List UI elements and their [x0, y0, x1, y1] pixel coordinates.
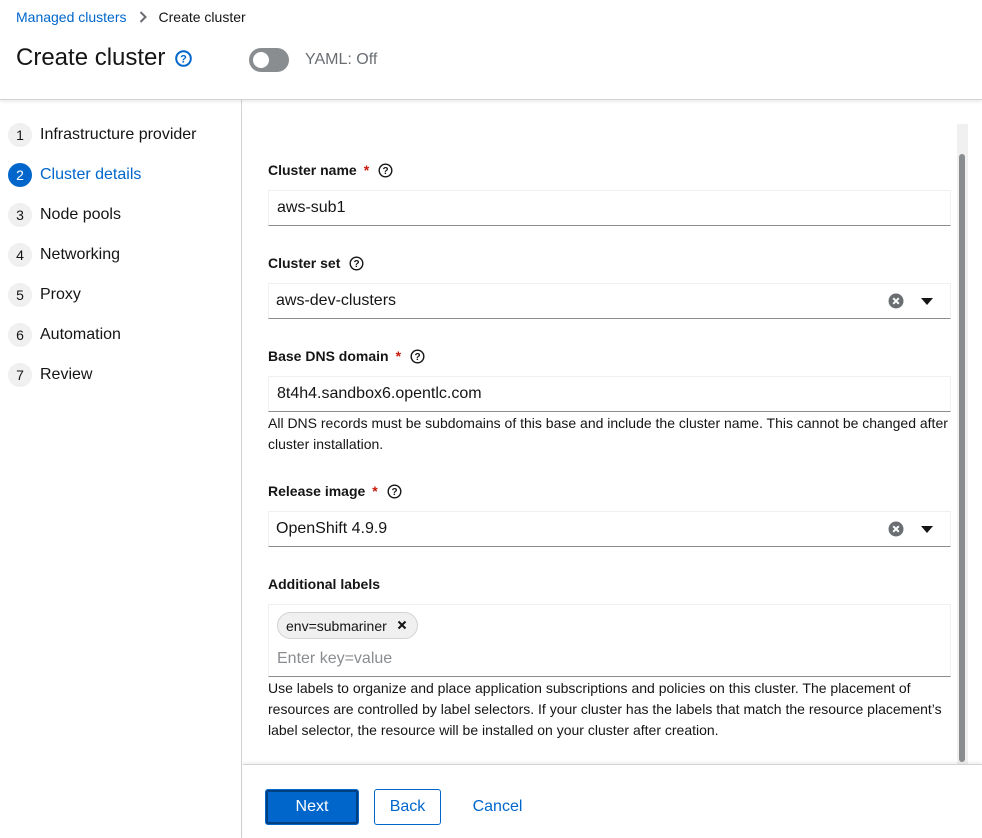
yaml-toggle-label: YAML: Off	[305, 51, 378, 68]
clear-icon[interactable]	[888, 293, 904, 309]
nav-step-number: 2	[8, 163, 32, 187]
nav-step-label: Review	[40, 366, 93, 383]
help-icon[interactable]: ?	[410, 348, 425, 364]
svg-text:?: ?	[391, 487, 397, 498]
nav-step-number: 1	[8, 123, 32, 147]
base-dns-label: Base DNS domain * ?	[268, 348, 425, 364]
nav-step-label: Proxy	[40, 286, 81, 303]
nav-step-label: Automation	[40, 326, 121, 343]
nav-item-automation[interactable]: 6 Automation	[8, 323, 121, 347]
help-icon[interactable]: ?	[387, 483, 402, 499]
svg-text:?: ?	[383, 166, 389, 177]
cancel-button[interactable]: Cancel	[458, 789, 537, 825]
chevron-right-icon	[139, 11, 147, 23]
help-icon[interactable]: ?	[349, 255, 364, 271]
caret-down-icon[interactable]	[921, 298, 933, 306]
cluster-set-value: aws-dev-clusters	[276, 292, 397, 309]
label-chip: env=submariner	[277, 612, 418, 639]
breadcrumb-current: Create cluster	[158, 9, 246, 25]
nav-step-label: Node pools	[40, 206, 121, 223]
release-image-value: OpenShift 4.9.9	[276, 520, 388, 537]
nav-item-networking[interactable]: 4 Networking	[8, 243, 120, 267]
page-title: Create cluster	[16, 44, 166, 71]
close-icon[interactable]	[397, 620, 407, 630]
page-header: Managed clusters Create cluster Create c…	[0, 0, 982, 100]
cluster-set-label: Cluster set ?	[268, 255, 364, 271]
cluster-name-label: Cluster name * ?	[268, 162, 393, 178]
additional-labels-label-text: Additional labels	[268, 576, 381, 592]
additional-labels-input[interactable]: env=submariner Enter key=value	[268, 604, 951, 677]
release-image-select[interactable]: OpenShift 4.9.9	[268, 511, 951, 547]
cluster-name-input[interactable]: aws-sub1	[268, 190, 951, 226]
svg-text:?: ?	[181, 53, 188, 65]
base-dns-label-text: Base DNS domain	[268, 348, 389, 364]
nav-step-number: 6	[8, 323, 32, 347]
help-icon[interactable]: ?	[378, 162, 393, 178]
nav-item-infrastructure-provider[interactable]: 1 Infrastructure provider	[8, 123, 197, 147]
nav-step-number: 4	[8, 243, 32, 267]
breadcrumb: Managed clusters Create cluster	[16, 9, 246, 25]
wizard-nav: 1 Infrastructure provider 2 Cluster deta…	[0, 100, 242, 838]
required-marker: *	[372, 483, 378, 499]
additional-labels-label: Additional labels	[268, 576, 380, 592]
scrollbar-thumb[interactable]	[959, 154, 965, 762]
release-image-label-text: Release image	[268, 483, 366, 499]
base-dns-input[interactable]: 8t4h4.sandbox6.opentlc.com	[268, 376, 951, 412]
nav-step-number: 3	[8, 203, 32, 227]
yaml-toggle[interactable]: YAML: Off	[249, 48, 377, 72]
nav-step-number: 7	[8, 363, 32, 387]
scrollbar[interactable]	[957, 124, 968, 764]
back-button[interactable]: Back	[374, 789, 441, 825]
caret-down-icon[interactable]	[921, 526, 933, 534]
nav-step-number: 5	[8, 283, 32, 307]
yaml-switch[interactable]	[249, 48, 289, 72]
nav-item-review[interactable]: 7 Review	[8, 363, 92, 387]
labels-input-placeholder[interactable]: Enter key=value	[277, 650, 392, 668]
help-icon[interactable]: ?	[175, 49, 193, 67]
svg-text:?: ?	[354, 259, 360, 270]
label-chip-text: env=submariner	[286, 617, 387, 634]
breadcrumb-managed-clusters-link[interactable]: Managed clusters	[16, 9, 127, 25]
nav-step-label: Infrastructure provider	[40, 126, 197, 143]
cluster-set-label-text: Cluster set	[268, 255, 341, 271]
release-image-label: Release image * ?	[268, 483, 402, 499]
clear-icon[interactable]	[888, 521, 904, 537]
svg-text:?: ?	[414, 352, 420, 363]
nav-item-cluster-details[interactable]: 2 Cluster details	[8, 163, 141, 187]
cluster-set-select[interactable]: aws-dev-clusters	[268, 283, 951, 319]
cluster-name-label-text: Cluster name	[268, 162, 357, 178]
additional-labels-helper-text: Use labels to organize and place applica…	[268, 680, 942, 738]
nav-item-proxy[interactable]: 5 Proxy	[8, 283, 81, 307]
required-marker: *	[363, 162, 370, 178]
next-button[interactable]: Next	[265, 789, 359, 825]
nav-item-node-pools[interactable]: 3 Node pools	[8, 203, 121, 227]
nav-step-label: Cluster details	[40, 166, 142, 183]
base-dns-helper-text: All DNS records must be subdomains of th…	[268, 415, 948, 452]
title-row: Create cluster ?	[16, 44, 193, 72]
required-marker: *	[395, 348, 402, 364]
nav-step-label: Networking	[40, 246, 121, 263]
yaml-switch-knob	[253, 52, 269, 68]
